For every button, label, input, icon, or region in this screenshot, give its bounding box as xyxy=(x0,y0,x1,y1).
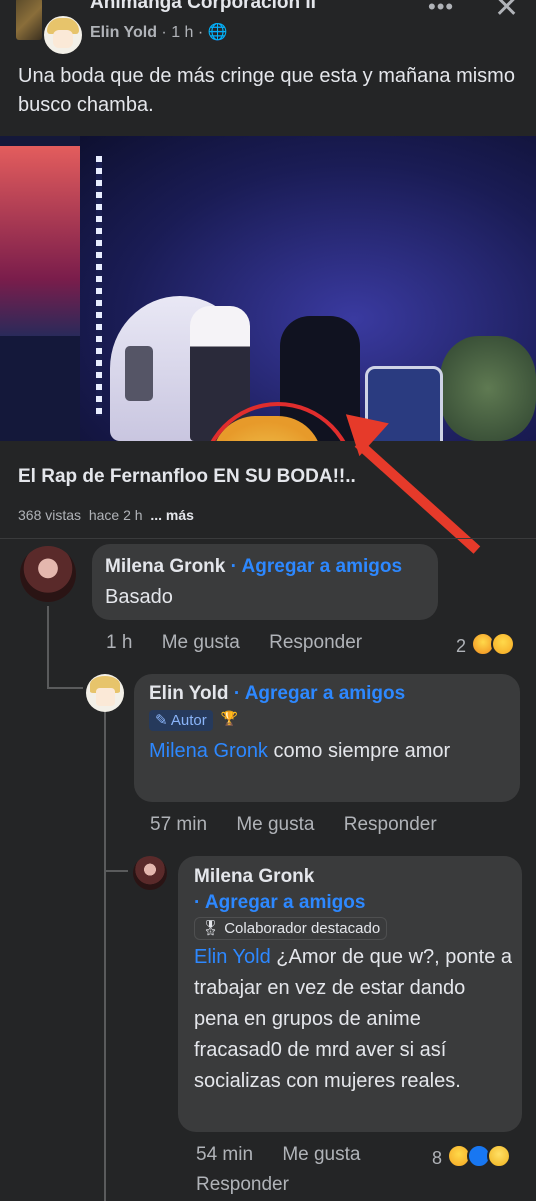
comment-actions: 57 min Me gusta Responder xyxy=(150,814,461,836)
video-views: 368 vistas xyxy=(18,507,82,523)
comment-bubble: Elin Yold · Agregar a amigos ✎ Autor 🏆 M… xyxy=(134,674,520,802)
add-friend-link[interactable]: · Agregar a amigos xyxy=(194,892,365,913)
thread-line xyxy=(104,870,128,872)
commenter-name[interactable]: Milena Gronk xyxy=(105,556,225,577)
video-meta: 368 vistas hace 2 h ... más xyxy=(18,507,194,523)
commenter-avatar[interactable] xyxy=(86,674,124,712)
mention-link[interactable]: Milena Gronk xyxy=(149,740,268,762)
commenter-avatar[interactable] xyxy=(133,856,167,890)
see-more-link[interactable]: ... más xyxy=(150,507,194,523)
badge-label: Autor xyxy=(170,712,207,729)
thread-line xyxy=(47,687,83,689)
video-thumbnail[interactable] xyxy=(0,136,536,441)
like-button[interactable]: Me gusta xyxy=(282,1144,360,1165)
post-time[interactable]: 1 h xyxy=(171,24,193,41)
pencil-icon: ✎ xyxy=(155,712,168,729)
thread-line xyxy=(47,606,49,688)
like-button[interactable]: Me gusta xyxy=(162,632,240,653)
comment-actions: 1 h Me gusta Responder xyxy=(106,632,386,654)
commenter-name[interactable]: Milena Gronk xyxy=(194,866,314,887)
comment-time[interactable]: 54 min xyxy=(196,1144,253,1165)
add-friend-link[interactable]: · Agregar a amigos xyxy=(231,556,402,577)
comment-bubble: Milena Gronk · Agregar a amigos Basado xyxy=(92,544,438,620)
reply-button[interactable]: Responder xyxy=(196,1174,289,1195)
separator-dot: · xyxy=(197,24,204,41)
badge-label: Colaborador destacado xyxy=(224,920,381,937)
more-options-icon[interactable]: ••• xyxy=(428,0,454,20)
comment-text: Milena Gronk como siempre amor xyxy=(149,736,489,767)
like-button[interactable]: Me gusta xyxy=(236,814,314,835)
author-name[interactable]: Elin Yold xyxy=(90,24,157,41)
video-title[interactable]: El Rap de Fernanfloo EN SU BODA!!.. xyxy=(18,466,356,488)
author-avatar[interactable] xyxy=(42,14,84,56)
reply-button[interactable]: Responder xyxy=(269,632,362,653)
highlight-arrow xyxy=(354,439,481,554)
commenter-avatar[interactable] xyxy=(20,546,76,602)
reaction-summary[interactable]: 2 xyxy=(456,632,516,657)
reply-button[interactable]: Responder xyxy=(344,814,437,835)
comment-actions: 54 min Me gusta xyxy=(196,1144,384,1166)
post-meta: Elin Yold · 1 h · 🌐 xyxy=(90,22,228,42)
comment-text: Elin Yold ¿Amor de que w?, ponte a traba… xyxy=(194,942,512,1097)
comment-time[interactable]: 1 h xyxy=(106,632,132,653)
reaction-summary[interactable]: 8 xyxy=(432,1144,512,1169)
reaction-count: 2 xyxy=(456,636,467,656)
close-icon[interactable]: ✕ xyxy=(494,0,519,25)
reaction-count: 8 xyxy=(432,1148,443,1168)
group-thumbnail[interactable] xyxy=(16,0,42,40)
commenter-name[interactable]: Elin Yold xyxy=(149,683,229,704)
sad-reaction-icon xyxy=(487,1144,512,1168)
comment-bubble: Milena Gronk · Agregar a amigos 🎖 Colabo… xyxy=(178,856,522,1132)
mention-link[interactable]: Elin Yold xyxy=(194,946,271,968)
meta-separator: · xyxy=(161,24,167,41)
video-age: hace 2 h xyxy=(88,507,143,523)
comment-actions-row2: Responder xyxy=(196,1174,313,1196)
comment-body: como siempre amor xyxy=(267,740,451,762)
divider xyxy=(0,538,536,539)
top-contributor-badge: 🎖 Colaborador destacado xyxy=(194,917,388,940)
comment-time[interactable]: 57 min xyxy=(150,814,207,835)
haha-reaction-icon xyxy=(491,632,516,656)
comment-text: Basado xyxy=(105,586,173,608)
post-text: Una boda que de más cringe que esta y ma… xyxy=(18,65,515,116)
medal-icon: 🎖 xyxy=(201,920,221,937)
add-friend-link[interactable]: · Agregar a amigos xyxy=(234,683,405,704)
trophy-icon: 🏆 xyxy=(220,710,238,726)
group-name[interactable]: Animanga Corporación II xyxy=(90,0,316,14)
thread-line xyxy=(104,712,106,1201)
globe-icon: 🌐 xyxy=(207,24,228,41)
author-badge: ✎ Autor xyxy=(149,710,213,731)
